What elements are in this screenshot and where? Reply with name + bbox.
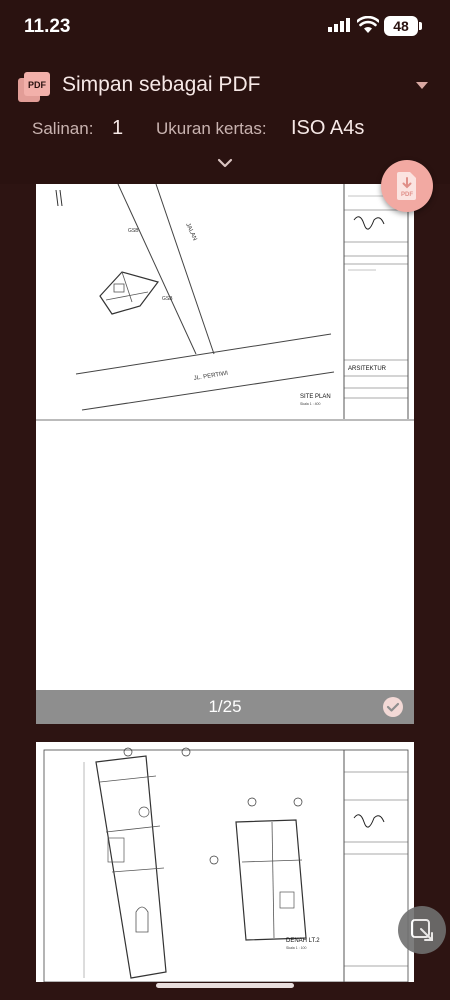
title-block-dept: ARSITEKTUR: [348, 366, 387, 372]
floor-plan-title: DENAH LT.2: [286, 938, 320, 944]
preview-page-1[interactable]: JALAN JL. PERTIWI GSB GSB SITE PLAN Skal…: [36, 184, 414, 724]
home-indicator[interactable]: [156, 983, 294, 988]
floor-plan-scale: Skala 1 : 100: [286, 946, 306, 950]
road-label-1: JALAN: [184, 222, 197, 241]
cellular-signal-icon: [328, 18, 350, 32]
save-pdf-button[interactable]: PDF: [381, 160, 433, 212]
site-plan-title: SITE PLAN: [300, 394, 331, 400]
preview-page-2[interactable]: DENAH LT.2 Skala 1 : 100: [36, 742, 414, 982]
wifi-icon: [357, 16, 379, 33]
chevron-down-icon[interactable]: [214, 156, 236, 170]
status-bar: 11.23 48: [0, 0, 450, 56]
paper-size-label: Ukuran kertas:: [156, 119, 267, 138]
pdf-file-icon: PDF: [18, 72, 50, 102]
battery-tip: [419, 22, 422, 30]
status-time: 11.23: [24, 16, 71, 37]
gsb-label-1: GSB: [128, 228, 139, 234]
save-pdf-icon: PDF: [397, 172, 416, 200]
floor-plan-drawing: DENAH LT.2 Skala 1 : 100: [43, 747, 409, 982]
check-circle-icon[interactable]: [382, 696, 404, 718]
svg-text:PDF: PDF: [401, 192, 413, 198]
gsb-label-2: GSB: [162, 296, 173, 302]
paper-size-value[interactable]: ISO A4s: [291, 117, 364, 140]
copies-value[interactable]: 1: [112, 117, 123, 140]
print-options-header: PDF Simpan sebagai PDF Salinan: 1 Ukuran…: [0, 56, 450, 184]
copies-label: Salinan:: [32, 119, 94, 138]
screen-overlay-icon: [411, 919, 433, 941]
page-indicator: 1/25: [208, 697, 242, 716]
screen-overlay-button[interactable]: [398, 906, 446, 954]
svg-text:PDF: PDF: [28, 80, 47, 90]
road-label-2: JL. PERTIWI: [193, 371, 228, 382]
site-plan-scale: Skala 1 : 400: [300, 402, 320, 406]
printer-destination-select[interactable]: Simpan sebagai PDF: [62, 73, 260, 97]
dropdown-caret-icon[interactable]: [416, 82, 428, 89]
battery-level: 48: [384, 16, 418, 36]
site-plan-drawing: JALAN JL. PERTIWI GSB GSB SITE PLAN Skal…: [36, 184, 414, 421]
page-1-footer[interactable]: 1/25: [36, 690, 414, 724]
